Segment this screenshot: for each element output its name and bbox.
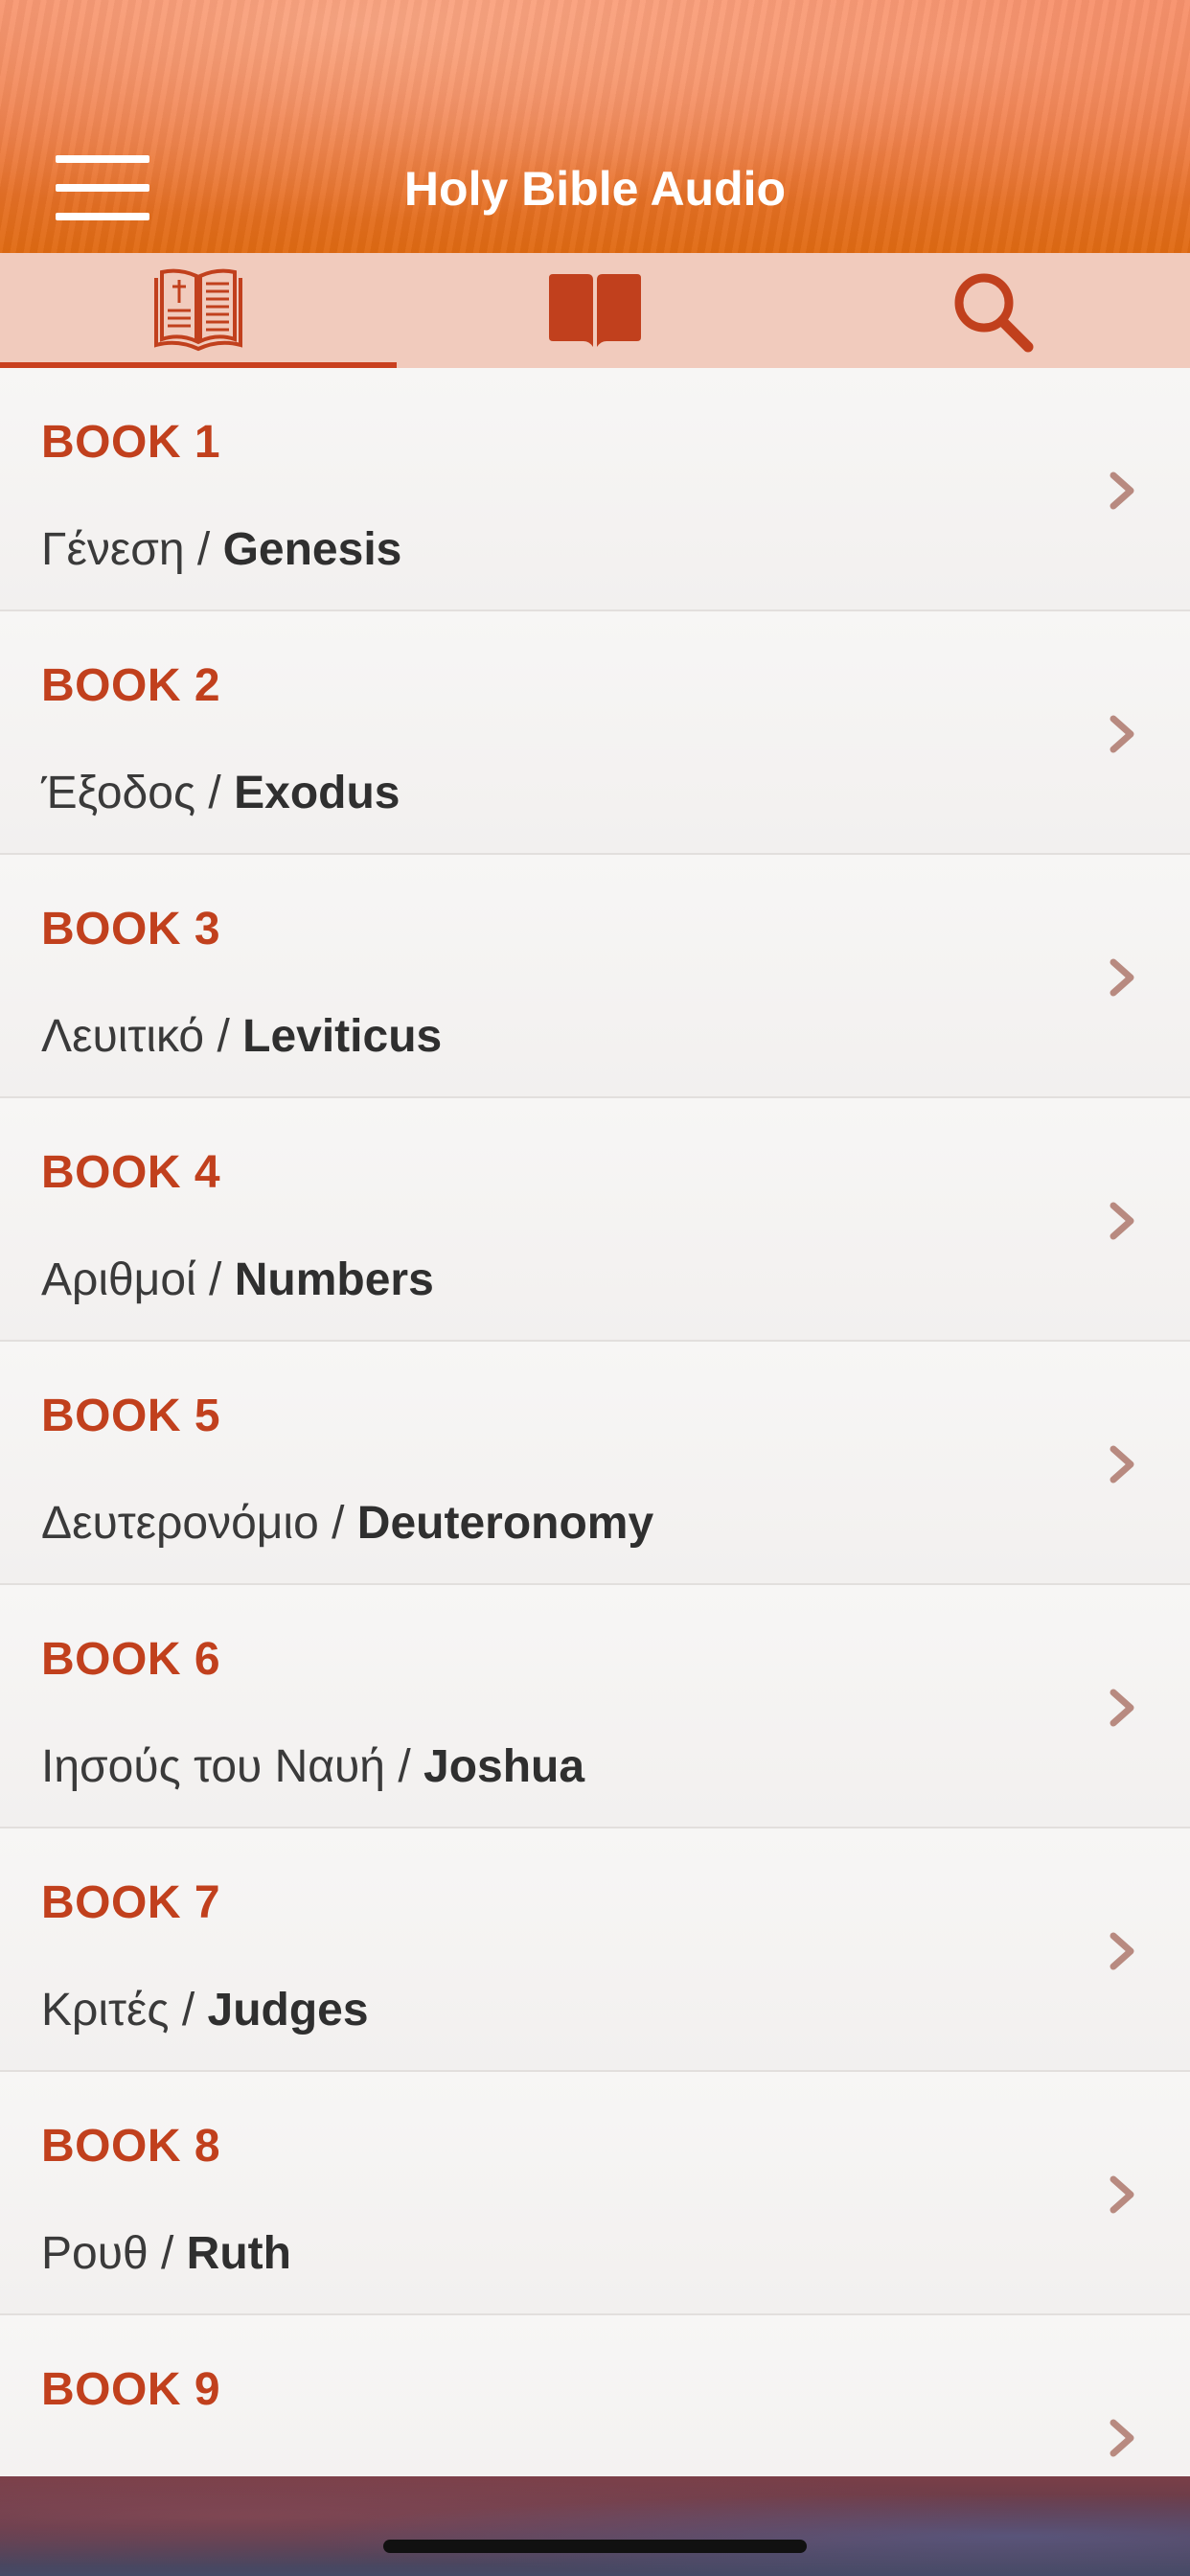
list-item[interactable]: BOOK 4 Αριθμοί / Numbers bbox=[0, 1098, 1190, 1342]
book-name: Δευτερονόμιο / Deuteronomy bbox=[41, 1498, 654, 1549]
chevron-right-icon bbox=[1110, 1445, 1134, 1484]
chevron-right-icon bbox=[1110, 1202, 1134, 1240]
app-header: Holy Bible Audio bbox=[0, 0, 1190, 253]
book-list: BOOK 1 Γένεση / Genesis BOOK 2 Έξοδος / … bbox=[0, 368, 1190, 2476]
chevron-right-icon bbox=[1110, 2419, 1134, 2457]
bible-book-icon bbox=[154, 268, 242, 352]
list-item[interactable]: BOOK 3 Λευιτικό / Leviticus bbox=[0, 855, 1190, 1098]
tab-search[interactable] bbox=[793, 253, 1190, 368]
book-number: BOOK 7 bbox=[41, 1877, 221, 1928]
tab-bar bbox=[0, 253, 1190, 368]
open-book-icon bbox=[549, 274, 641, 347]
chevron-right-icon bbox=[1110, 472, 1134, 510]
book-name: Γένεση / Genesis bbox=[41, 524, 402, 575]
book-number: BOOK 3 bbox=[41, 904, 221, 954]
list-item[interactable]: BOOK 6 Ιησούς του Ναυή / Joshua bbox=[0, 1585, 1190, 1828]
book-number: BOOK 2 bbox=[41, 660, 221, 711]
bottom-background bbox=[0, 2476, 1190, 2576]
book-name: Έξοδος / Exodus bbox=[41, 768, 400, 818]
tab-reader[interactable] bbox=[397, 253, 793, 368]
book-number: BOOK 1 bbox=[41, 417, 221, 468]
book-number: BOOK 8 bbox=[41, 2121, 221, 2172]
list-item[interactable]: BOOK 5 Δευτερονόμιο / Deuteronomy bbox=[0, 1342, 1190, 1585]
app-screen: Holy Bible Audio BOOK 1 Γένεση / Genesis… bbox=[0, 0, 1190, 2576]
chevron-right-icon bbox=[1110, 958, 1134, 997]
home-indicator[interactable] bbox=[383, 2540, 807, 2553]
list-item[interactable]: BOOK 9 bbox=[0, 2315, 1190, 2476]
book-number: BOOK 6 bbox=[41, 1634, 221, 1685]
book-number: BOOK 4 bbox=[41, 1147, 221, 1198]
book-name: Αριθμοί / Numbers bbox=[41, 1254, 434, 1305]
book-name: Ιησούς του Ναυή / Joshua bbox=[41, 1741, 585, 1792]
tab-books[interactable] bbox=[0, 253, 397, 368]
list-item[interactable]: BOOK 1 Γένεση / Genesis bbox=[0, 368, 1190, 611]
chevron-right-icon bbox=[1110, 1689, 1134, 1727]
page-title: Holy Bible Audio bbox=[403, 162, 787, 216]
book-number: BOOK 9 bbox=[41, 2364, 221, 2415]
book-name: Λευιτικό / Leviticus bbox=[41, 1011, 443, 1062]
chevron-right-icon bbox=[1110, 715, 1134, 753]
chevron-right-icon bbox=[1110, 1932, 1134, 1970]
chevron-right-icon bbox=[1110, 2175, 1134, 2214]
list-item[interactable]: BOOK 2 Έξοδος / Exodus bbox=[0, 611, 1190, 855]
book-name: Ρουθ / Ruth bbox=[41, 2228, 291, 2279]
list-item[interactable]: BOOK 8 Ρουθ / Ruth bbox=[0, 2072, 1190, 2315]
book-name: Κριτές / Judges bbox=[41, 1985, 369, 2036]
search-icon bbox=[954, 273, 1034, 353]
book-number: BOOK 5 bbox=[41, 1391, 221, 1441]
list-item[interactable]: BOOK 7 Κριτές / Judges bbox=[0, 1828, 1190, 2072]
